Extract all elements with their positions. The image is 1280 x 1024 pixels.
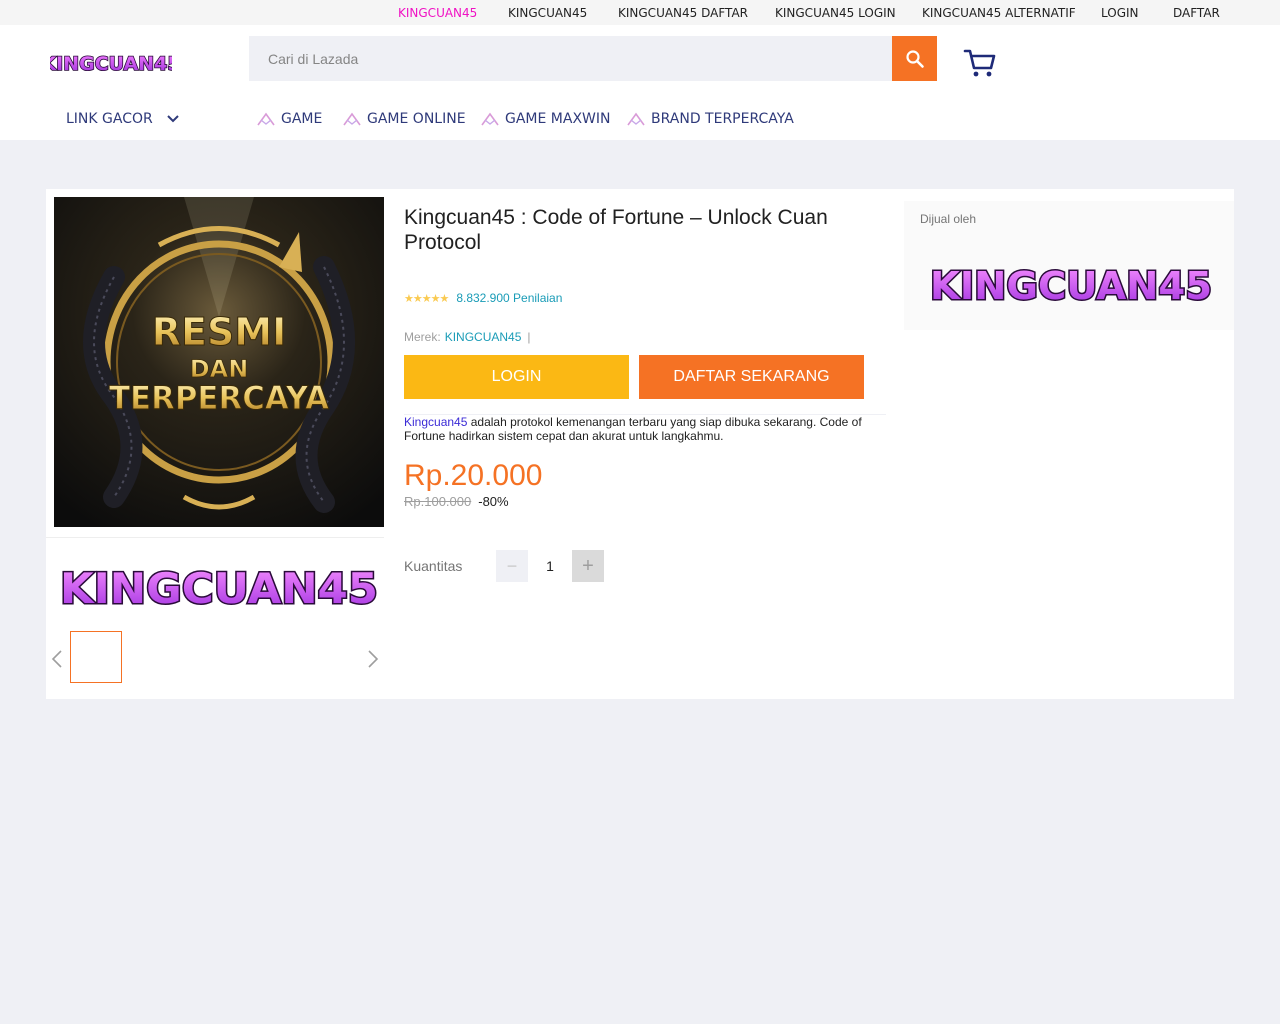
quantity-label: Kuantitas bbox=[404, 558, 463, 574]
original-price: Rp.100.000 bbox=[404, 494, 472, 509]
top-link-kingcuan45-active[interactable]: KINGCUAN45 bbox=[398, 6, 477, 20]
hero-text-resmi: RESMI bbox=[152, 310, 287, 354]
seller-label: Dijual oleh bbox=[920, 212, 977, 226]
top-link-alternatif[interactable]: KINGCUAN45 ALTERNATIF bbox=[922, 6, 1076, 20]
category-nav: LINK GACOR GAME GAME ONLINE GAME MAXWIN … bbox=[0, 107, 1280, 135]
quantity-value[interactable]: 1 bbox=[528, 550, 572, 582]
nav-item-label: GAME MAXWIN bbox=[505, 111, 611, 127]
seller-logo-text: KINGCUAN45 bbox=[930, 264, 1212, 308]
original-price-row: Rp.100.000 -80% bbox=[404, 494, 509, 509]
product-brand: Merek: KINGCUAN45 | bbox=[404, 330, 531, 344]
product-rating: ★★★★★ 8.832.900 Penilaian bbox=[404, 291, 562, 305]
nav-brand-icon bbox=[627, 112, 645, 126]
top-link-daftar[interactable]: DAFTAR bbox=[1173, 6, 1220, 20]
site-logo-text: KINGCUAN45 bbox=[50, 53, 172, 75]
login-button[interactable]: LOGIN bbox=[404, 355, 629, 399]
search-icon bbox=[905, 49, 924, 68]
nav-item-label: GAME ONLINE bbox=[367, 111, 466, 127]
cart-icon[interactable] bbox=[963, 47, 997, 79]
product-card: RESMI DAN TERPERCAYA KINGCUAN45 Kingcuan… bbox=[46, 189, 1234, 699]
site-logo[interactable]: KINGCUAN45 bbox=[50, 49, 172, 77]
site-header: KINGCUAN45 LINK GACOR GAME bbox=[0, 25, 1280, 140]
nav-item-game[interactable]: GAME bbox=[257, 111, 322, 127]
gallery-brand-logo: KINGCUAN45 bbox=[59, 563, 380, 615]
nav-item-label: GAME bbox=[281, 111, 323, 127]
thumbnail-next-arrow[interactable] bbox=[366, 649, 380, 669]
brand-separator: | bbox=[527, 330, 531, 344]
nav-item-brand-terpercaya[interactable]: BRAND TERPERCAYA bbox=[627, 111, 794, 127]
nav-item-game-maxwin[interactable]: GAME MAXWIN bbox=[481, 111, 611, 127]
discount-percent: -80% bbox=[478, 494, 509, 509]
thumbnail-prev-arrow[interactable] bbox=[50, 649, 64, 669]
top-links-bar: KINGCUAN45 KINGCUAN45 KINGCUAN45 DAFTAR … bbox=[0, 0, 1280, 25]
top-link-daftar-kingcuan45[interactable]: KINGCUAN45 DAFTAR bbox=[618, 6, 748, 20]
top-link-kingcuan45[interactable]: KINGCUAN45 bbox=[508, 6, 587, 20]
gallery-logo-text: KINGCUAN45 bbox=[60, 564, 378, 613]
search-input[interactable] bbox=[249, 36, 892, 81]
category-dropdown-label: LINK GACOR bbox=[66, 111, 153, 127]
nav-item-game-online[interactable]: GAME ONLINE bbox=[343, 111, 466, 127]
rating-stars-icon: ★★★★★ bbox=[404, 292, 449, 305]
chevron-down-icon bbox=[167, 115, 179, 123]
brand-name-link[interactable]: KINGCUAN45 bbox=[445, 330, 522, 344]
product-description: Kingcuan45 adalah protokol kemenangan te… bbox=[404, 415, 874, 443]
category-dropdown[interactable]: LINK GACOR bbox=[66, 111, 179, 127]
quantity-increase-button[interactable]: + bbox=[572, 550, 604, 582]
gallery-divider bbox=[46, 537, 384, 538]
product-hero-image[interactable]: RESMI DAN TERPERCAYA bbox=[54, 197, 384, 527]
rating-count-link[interactable]: 8.832.900 Penilaian bbox=[456, 291, 562, 305]
seller-panel: Dijual oleh KINGCUAN45 bbox=[904, 201, 1234, 330]
nav-game-online-icon bbox=[343, 112, 361, 126]
search-button[interactable] bbox=[892, 36, 937, 81]
daftar-sekarang-button[interactable]: DAFTAR SEKARANG bbox=[639, 355, 864, 399]
top-link-login-kingcuan45[interactable]: KINGCUAN45 LOGIN bbox=[775, 6, 896, 20]
product-price: Rp.20.000 bbox=[404, 459, 543, 492]
thumbnail-selected[interactable] bbox=[70, 631, 122, 683]
seller-logo[interactable]: KINGCUAN45 bbox=[926, 259, 1216, 313]
search-bar bbox=[249, 36, 937, 81]
brand-label: Merek: bbox=[404, 330, 441, 344]
hero-text-terpercaya: TERPERCAYA bbox=[109, 379, 329, 417]
top-link-login[interactable]: LOGIN bbox=[1101, 6, 1139, 20]
quantity-decrease-button[interactable]: − bbox=[496, 550, 528, 582]
nav-game-icon bbox=[257, 112, 275, 126]
description-link[interactable]: Kingcuan45 bbox=[404, 415, 467, 429]
description-text: adalah protokol kemenangan terbaru yang … bbox=[404, 415, 862, 443]
nav-item-label: BRAND TERPERCAYA bbox=[651, 111, 794, 127]
nav-game-maxwin-icon bbox=[481, 112, 499, 126]
product-title: Kingcuan45 : Code of Fortune – Unlock Cu… bbox=[404, 206, 828, 254]
